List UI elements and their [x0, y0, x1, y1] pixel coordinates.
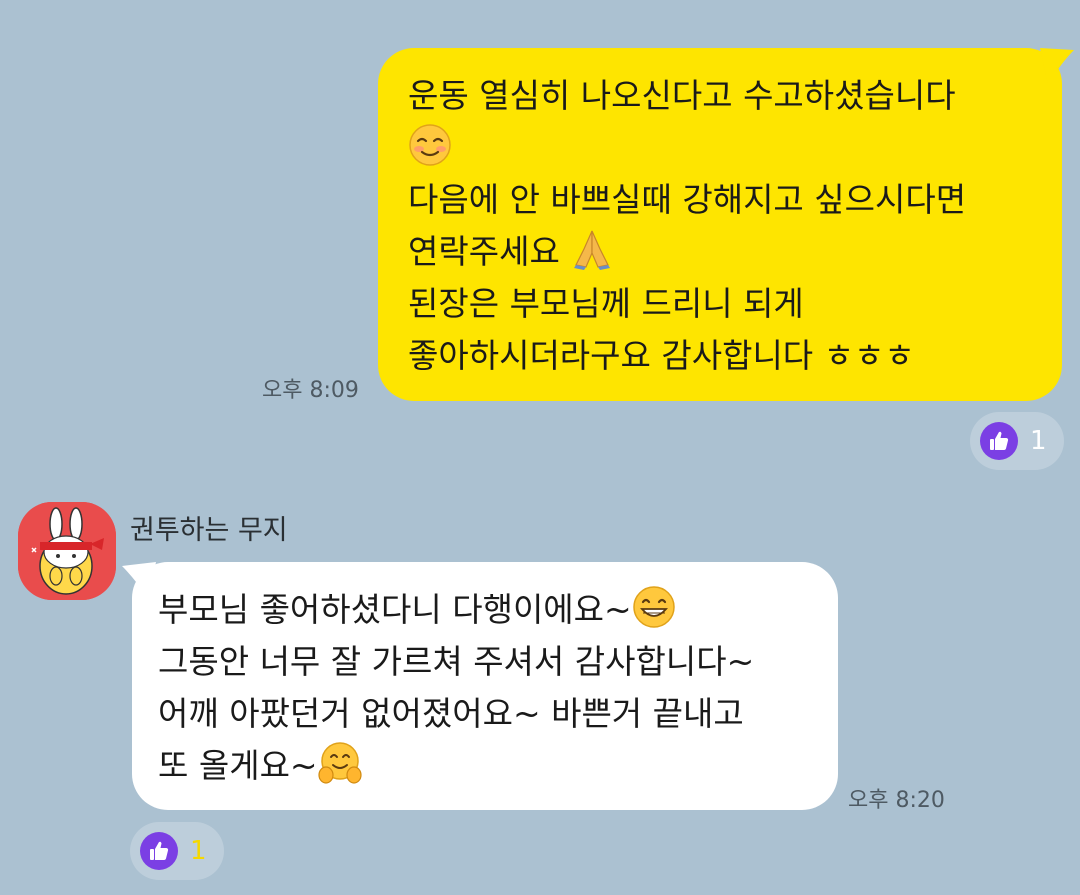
thumbs-up-icon — [980, 422, 1018, 460]
message-text: 또 올게요~ — [158, 746, 318, 785]
message-line: 어깨 아팠던거 없어졌어요~ 바쁜거 끝내고 — [158, 694, 744, 733]
smiling-blush-emoji — [409, 124, 451, 166]
message-line: 연락주세요 — [408, 226, 1034, 278]
message-line: 된장은 부모님께 드리니 되게 — [408, 284, 804, 323]
thumbs-up-icon — [140, 832, 178, 870]
message-timestamp: 오후 8:20 — [848, 788, 945, 813]
message-line: 다음에 안 바쁘실때 강해지고 싶으시다면 — [408, 180, 967, 219]
grinning-emoji — [632, 586, 675, 628]
message-line — [408, 122, 1034, 174]
folded-hands-emoji — [574, 230, 611, 270]
message-line: 운동 열심히 나오신다고 수고하셨습니다 — [408, 76, 956, 115]
message-timestamp: 오후 8:09 — [262, 378, 359, 403]
muzi-character-icon — [18, 502, 116, 600]
bubble-tail — [1040, 48, 1074, 84]
reaction-count: 1 — [190, 836, 207, 866]
message-line: 또 올게요~ — [158, 740, 814, 792]
message-line: 그동안 너무 잘 가르쳐 주셔서 감사합니다~ — [158, 642, 755, 681]
sender-name: 권투하는 무지 — [130, 515, 288, 546]
incoming-message-bubble[interactable]: 부모님 좋어하셨다니 다행이에요~ 그동안 너무 잘 가르쳐 주셔서 감사합니다… — [132, 562, 838, 810]
message-line: 부모님 좋어하셨다니 다행이에요~ — [158, 584, 814, 636]
hugging-face-emoji — [317, 742, 362, 784]
message-line: 좋아하시더라구요 감사합니다 ㅎㅎㅎ — [408, 336, 915, 375]
message-text: 부모님 좋어하셨다니 다행이에요~ — [158, 590, 632, 629]
reaction-badge[interactable]: 1 — [130, 822, 224, 880]
reaction-count: 1 — [1030, 426, 1047, 456]
avatar[interactable] — [18, 502, 116, 600]
outgoing-message-bubble[interactable]: 운동 열심히 나오신다고 수고하셨습니다 다음에 안 바쁘실때 강해지고 싶으시… — [378, 48, 1062, 401]
message-text: 연락주세요 — [408, 232, 560, 271]
reaction-badge[interactable]: 1 — [970, 412, 1064, 470]
